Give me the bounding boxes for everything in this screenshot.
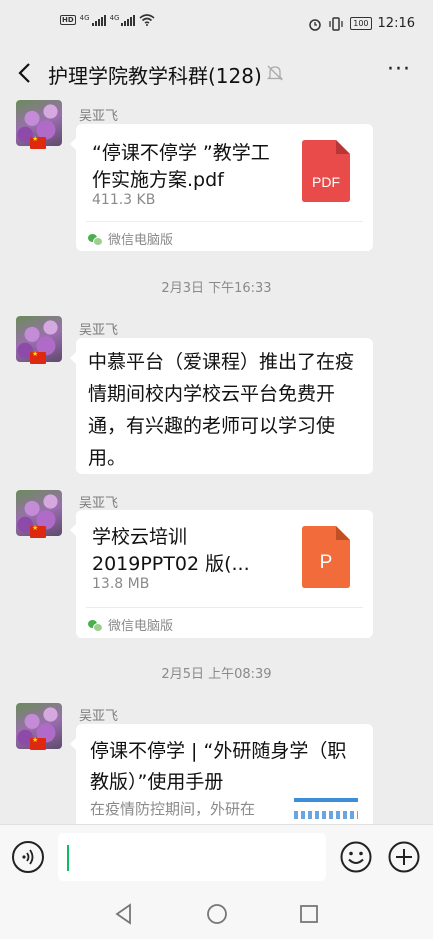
signal-icon-2 bbox=[121, 14, 136, 26]
chat-message-list[interactable]: 吴亚飞 “停课不停学 ”教学工作实施方案.pdf 411.3 KB PDF 微信… bbox=[0, 96, 433, 824]
more-functions-plus-button[interactable] bbox=[388, 841, 420, 873]
divider bbox=[86, 607, 363, 608]
status-time: 12:16 bbox=[377, 16, 415, 31]
nav-recents-icon[interactable] bbox=[299, 903, 319, 925]
link-card-message[interactable]: 停课不停学 | “外研随身学（职教版）”使用手册 在疫情防控期间，外研在 bbox=[70, 724, 373, 824]
battery-icon: 100 bbox=[350, 17, 372, 30]
mute-bell-icon bbox=[266, 65, 284, 81]
ppt-badge: P bbox=[319, 552, 333, 573]
network-type-2: 4G bbox=[109, 14, 120, 22]
text-cursor bbox=[67, 845, 69, 871]
sender-name: 吴亚飞 bbox=[79, 709, 119, 724]
hd-icon: HD bbox=[60, 15, 76, 25]
china-flag-icon bbox=[30, 736, 46, 750]
file-size: 13.8 MB bbox=[92, 576, 150, 592]
sender-name: 吴亚飞 bbox=[79, 109, 119, 124]
source-label: 微信电脑版 bbox=[108, 233, 174, 248]
link-description: 在疫情防控期间，外研在 bbox=[90, 800, 256, 818]
voice-input-button[interactable] bbox=[12, 841, 44, 873]
file-size: 411.3 KB bbox=[92, 192, 156, 208]
chat-header: 护理学院教学科群(128) ··· bbox=[0, 50, 433, 96]
china-flag-icon bbox=[30, 135, 46, 149]
wechat-pc-icon bbox=[88, 233, 103, 246]
nav-back-icon[interactable] bbox=[114, 903, 134, 925]
text-message[interactable]: 中慕平台（爱课程）推出了在疫情期间校内学校云平台免费开通，有兴趣的老师可以学习使… bbox=[70, 338, 373, 474]
system-navigation-bar bbox=[0, 888, 433, 939]
wechat-pc-icon bbox=[88, 619, 103, 632]
file-name: “停课不停学 ”教学工作实施方案.pdf bbox=[92, 142, 270, 191]
back-arrow-icon[interactable] bbox=[14, 60, 36, 86]
timestamp: 2月3日 下午16:33 bbox=[161, 281, 272, 296]
link-thumbnail bbox=[294, 798, 358, 824]
input-bar bbox=[0, 824, 433, 888]
china-flag-icon bbox=[30, 524, 46, 538]
vibrate-icon bbox=[329, 16, 343, 31]
file-message[interactable]: 学校云培训2019PPT02 版(... 13.8 MB P 微信电脑版 bbox=[70, 510, 373, 638]
wifi-icon bbox=[139, 14, 155, 26]
alarm-icon bbox=[309, 18, 321, 31]
divider bbox=[86, 221, 363, 222]
status-bar: HD 4G 4G 100 12:16 bbox=[0, 0, 433, 50]
file-name: 学校云培训2019PPT02 版(... bbox=[92, 526, 250, 575]
signal-icon bbox=[91, 14, 106, 26]
china-flag-icon bbox=[30, 350, 46, 364]
link-title: 停课不停学 | “外研随身学（职教版）”使用手册 bbox=[90, 740, 347, 793]
nav-home-icon[interactable] bbox=[206, 903, 228, 925]
voice-icon bbox=[22, 849, 34, 865]
source-label: 微信电脑版 bbox=[108, 619, 174, 634]
message-text: 中慕平台（爱课程）推出了在疫情期间校内学校云平台免费开通，有兴趣的老师可以学习使… bbox=[88, 351, 355, 469]
sender-name: 吴亚飞 bbox=[79, 496, 119, 511]
emoji-button[interactable] bbox=[340, 841, 372, 873]
more-options-icon[interactable]: ··· bbox=[387, 59, 411, 84]
pdf-badge: PDF bbox=[312, 174, 340, 190]
timestamp: 2月5日 上午08:39 bbox=[161, 667, 272, 682]
sender-name: 吴亚飞 bbox=[79, 323, 119, 338]
message-input[interactable] bbox=[58, 833, 326, 881]
chat-title: 护理学院教学科群(128) bbox=[48, 64, 262, 88]
network-type: 4G bbox=[79, 14, 90, 22]
file-message[interactable]: “停课不停学 ”教学工作实施方案.pdf 411.3 KB PDF 微信电脑版 bbox=[70, 124, 373, 251]
